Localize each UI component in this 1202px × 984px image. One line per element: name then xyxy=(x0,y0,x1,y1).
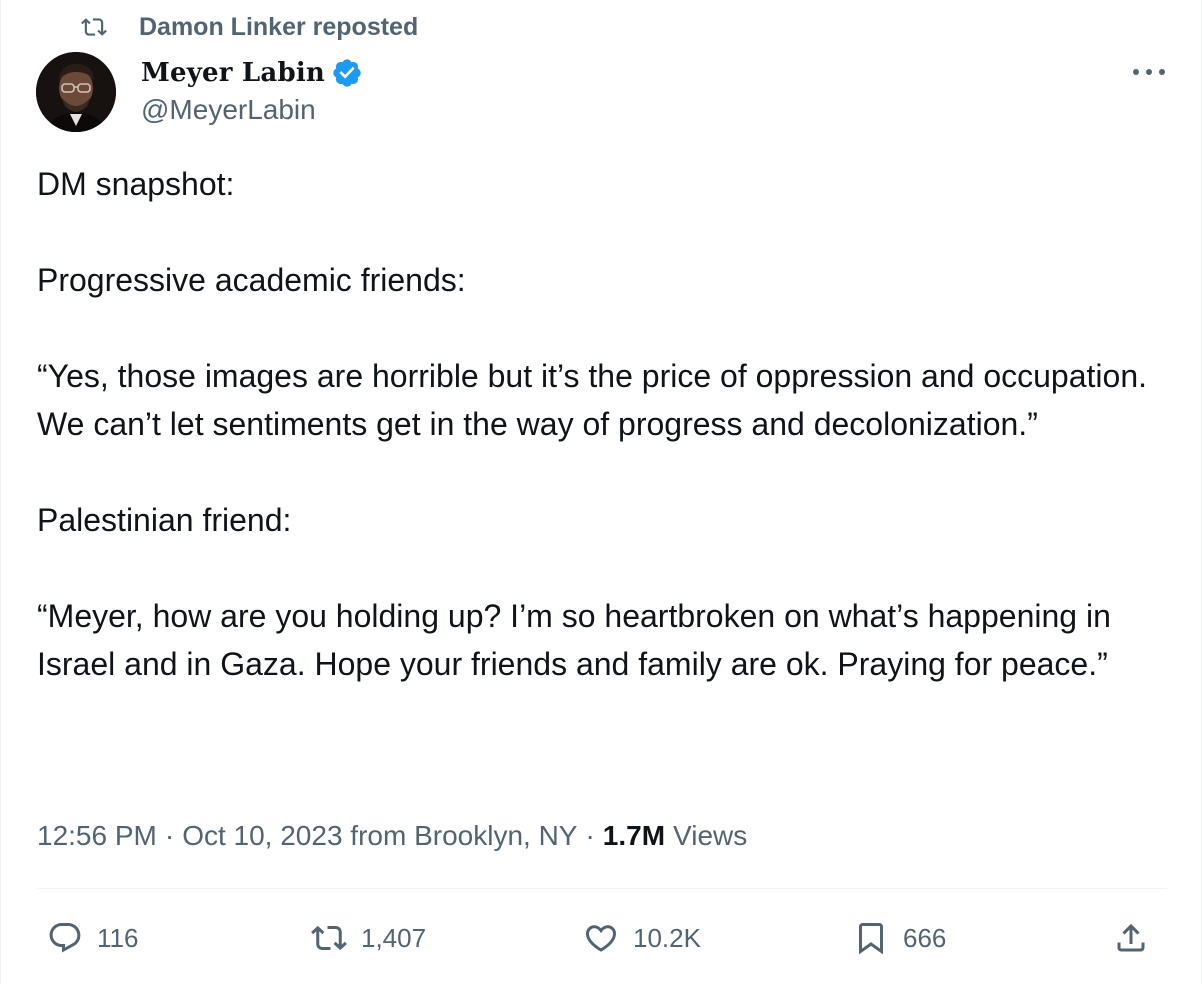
repost-button[interactable]: 1,407 xyxy=(311,914,426,962)
reply-count: 116 xyxy=(97,922,139,953)
bookmark-button[interactable]: 666 xyxy=(853,914,946,962)
reply-icon xyxy=(49,923,81,953)
tweet-date-location[interactable]: Oct 10, 2023 from Brooklyn, NY xyxy=(182,820,577,852)
views-count[interactable]: 1.7M xyxy=(603,820,665,852)
tweet-text: DM snapshot: Progressive academic friend… xyxy=(37,160,1167,688)
repost-icon xyxy=(311,925,347,951)
author-handle[interactable]: @MeyerLabin xyxy=(141,94,363,126)
tweet-card: Damon Linker reposted Meyer Labin @Meyer… xyxy=(0,0,1202,984)
share-button[interactable] xyxy=(1113,914,1149,962)
avatar[interactable] xyxy=(36,52,116,132)
tweet-time[interactable]: 12:56 PM xyxy=(37,820,157,852)
tweet-paragraph: “Meyer, how are you holding up? I’m so h… xyxy=(37,598,1111,682)
author-info: Meyer Labin @MeyerLabin xyxy=(141,54,363,126)
like-button[interactable]: 10.2K xyxy=(583,914,701,962)
repost-indicator[interactable]: Damon Linker reposted xyxy=(81,10,418,44)
views-label: Views xyxy=(673,820,748,851)
more-options-button[interactable] xyxy=(1129,56,1169,88)
tweet-meta: 12:56 PM · Oct 10, 2023 from Brooklyn, N… xyxy=(37,814,747,858)
divider xyxy=(37,888,1167,889)
share-icon xyxy=(1117,923,1145,952)
avatar-image xyxy=(36,52,116,132)
repost-count: 1,407 xyxy=(361,922,427,953)
like-count: 10.2K xyxy=(633,922,701,953)
verified-badge-icon[interactable] xyxy=(331,57,363,89)
reply-button[interactable]: 116 xyxy=(47,914,138,962)
repost-label: Damon Linker reposted xyxy=(139,12,419,41)
more-dots-icon xyxy=(1133,69,1165,75)
action-bar: 116 1,407 10.2K 666 xyxy=(37,914,1167,962)
author-name[interactable]: Meyer Labin xyxy=(141,58,325,88)
tweet-paragraph: Palestinian friend: xyxy=(37,502,292,538)
meta-separator: · xyxy=(585,820,595,851)
tweet-paragraph: “Yes, those images are horrible but it’s… xyxy=(37,358,1147,442)
heart-icon xyxy=(585,925,617,952)
repost-icon xyxy=(81,18,107,36)
meta-separator: · xyxy=(164,820,175,851)
tweet-paragraph: DM snapshot: xyxy=(37,166,235,202)
tweet-paragraph: Progressive academic friends: xyxy=(37,262,466,298)
bookmark-count: 666 xyxy=(903,922,947,953)
bookmark-icon xyxy=(859,923,883,955)
